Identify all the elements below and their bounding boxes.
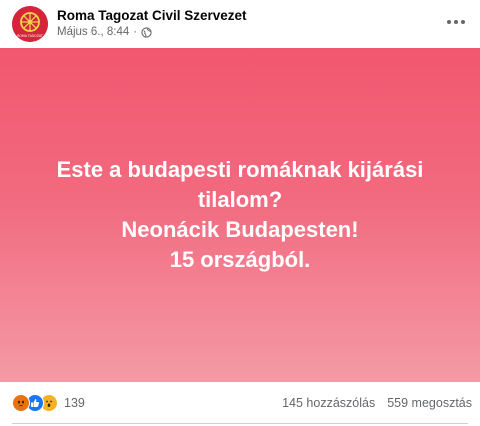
- post-text: Este a budapesti romáknak kijárási tilal…: [30, 155, 450, 275]
- angry-icon: [12, 394, 30, 412]
- post-meta: Május 6., 8:44 ·: [57, 26, 152, 38]
- post-text-line: 15 országból.: [169, 247, 311, 272]
- post-text-line: Neonácik Budapesten!: [121, 217, 359, 242]
- dot-icon: [461, 20, 465, 24]
- post-text-background[interactable]: Este a budapesti romáknak kijárási tilal…: [0, 48, 480, 382]
- comments-count-link[interactable]: 145 hozzászólás: [282, 396, 375, 410]
- dot-icon: [454, 20, 458, 24]
- page-name-link[interactable]: Roma Tagozat Civil Szervezet: [57, 8, 247, 23]
- reaction-count[interactable]: 139: [64, 396, 85, 410]
- more-options-button[interactable]: [444, 10, 468, 34]
- shares-count-link[interactable]: 559 megosztás: [387, 396, 472, 410]
- post-header: ROMA TAGOZAT Roma Tagozat Civil Szerveze…: [0, 0, 480, 44]
- divider: [12, 423, 468, 424]
- globe-icon[interactable]: [141, 26, 152, 38]
- post-date-link[interactable]: Május 6., 8:44: [57, 26, 129, 38]
- roma-wheel-icon: ROMA TAGOZAT: [12, 6, 48, 42]
- post-text-line: Este a budapesti romáknak kijárási: [56, 157, 424, 182]
- reactions-summary[interactable]: 139: [12, 394, 85, 412]
- dot-icon: [447, 20, 451, 24]
- post-footer: 139 145 hozzászólás 559 megosztás: [0, 382, 480, 426]
- avatar-caption: ROMA TAGOZAT: [17, 34, 43, 38]
- meta-separator: ·: [133, 26, 138, 38]
- facebook-post: ROMA TAGOZAT Roma Tagozat Civil Szerveze…: [0, 0, 480, 426]
- avatar[interactable]: ROMA TAGOZAT: [12, 6, 48, 42]
- post-text-line: tilalom?: [197, 187, 283, 212]
- post-stats: 145 hozzászólás 559 megosztás: [282, 396, 472, 410]
